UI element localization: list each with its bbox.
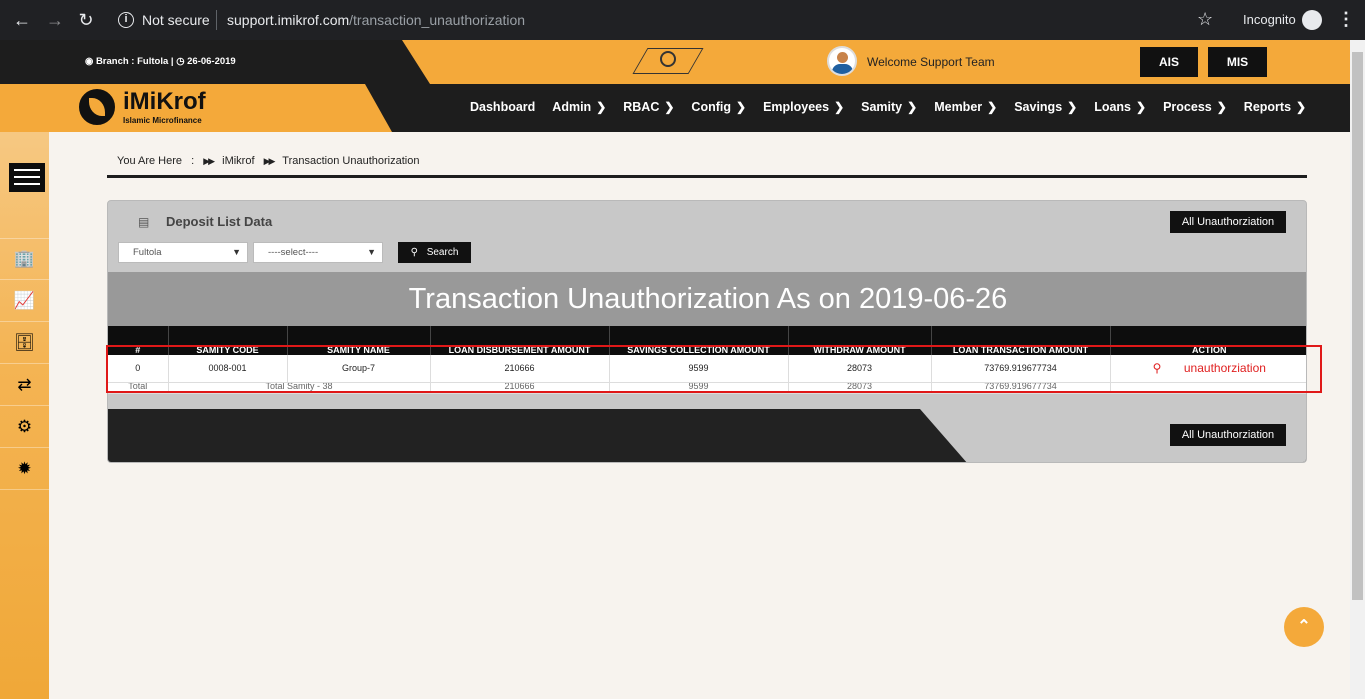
url-path: /transaction_unauthorization <box>349 12 526 28</box>
nav-label: Admin <box>552 100 592 114</box>
panel-title: Deposit List Data <box>166 214 273 229</box>
breadcrumb-item-current: Transaction Unauthorization <box>282 155 420 167</box>
nav-label: Samity <box>861 100 903 114</box>
nav-item-config[interactable]: Config ❯ <box>691 100 746 114</box>
highlight-box <box>106 345 1322 393</box>
mis-button[interactable]: MIS <box>1208 47 1267 77</box>
double-chevron-icon: ▶▶ <box>203 156 215 166</box>
breadcrumb-item-home[interactable]: iMikrof <box>222 155 254 167</box>
breadcrumb: You Are Here : ▶▶ iMikrof ▶▶ Transaction… <box>117 155 419 167</box>
security-label[interactable]: Not secure <box>142 12 210 28</box>
nav-item-loans[interactable]: Loans ❯ <box>1094 100 1146 114</box>
chevron-right-icon: ❯ <box>596 100 607 114</box>
branch-text: Branch : Fultola | <box>95 56 174 67</box>
incognito-label: Incognito <box>1243 12 1296 27</box>
search-button-label: Search <box>426 247 459 258</box>
branch-info: ◉ Branch : Fultola | ◷ 26-06-2019 <box>85 56 236 67</box>
scrollbar-thumb[interactable] <box>1352 52 1363 600</box>
url-separator <box>216 10 217 30</box>
nav-menu: Dashboard Admin ❯ RBAC ❯ Config ❯ Employees… <box>470 100 1323 114</box>
logo-subtitle: Islamic Microfinance <box>123 116 202 125</box>
browser-toolbar: ← → ↻ i Not secure support.imikrof.com/t… <box>0 0 1365 40</box>
samity-select[interactable]: ----select---- ▼ <box>253 242 383 263</box>
exchange-icon[interactable]: ⇄ <box>0 364 49 406</box>
search-icon: ⚲ <box>410 247 418 258</box>
cashier-icon[interactable]: 🗄 <box>0 322 49 364</box>
globe-icon: ◉ <box>85 56 94 67</box>
breadcrumb-divider <box>107 175 1307 178</box>
reload-icon[interactable]: ↻ <box>76 10 96 30</box>
chevron-right-icon: ❯ <box>664 100 675 114</box>
nav-label: Config <box>691 100 731 114</box>
building-icon[interactable]: 🏢 <box>0 238 49 280</box>
nav-item-samity[interactable]: Samity ❯ <box>861 100 917 114</box>
chart-icon[interactable]: 📈 <box>0 280 49 322</box>
chevron-right-icon: ❯ <box>1136 100 1147 114</box>
chevron-right-icon: ❯ <box>1296 100 1307 114</box>
breadcrumb-colon: : <box>191 155 195 167</box>
bookmark-star-icon[interactable]: ☆ <box>1197 9 1213 30</box>
nav-item-process[interactable]: Process ❯ <box>1163 100 1227 114</box>
incognito-icon <box>1302 10 1322 30</box>
chevron-right-icon: ❯ <box>987 100 998 114</box>
logo-title[interactable]: iMiKrof <box>123 88 206 116</box>
nav-label: Employees <box>763 100 830 114</box>
info-icon[interactable]: i <box>118 12 134 28</box>
samity-select-value: ----select---- <box>268 247 319 258</box>
caret-down-icon: ▼ <box>367 247 376 257</box>
deposit-list-panel: ▤ Deposit List Data All Unauthorziation … <box>107 200 1307 463</box>
nav-item-dashboard[interactable]: Dashboard <box>470 100 535 114</box>
chevron-right-icon: ❯ <box>834 100 845 114</box>
nav-label: Member <box>934 100 983 114</box>
nav-item-member[interactable]: Member ❯ <box>934 100 997 114</box>
caret-down-icon: ▼ <box>232 247 241 257</box>
address-bar[interactable]: support.imikrof.com/transaction_unauthor… <box>227 12 525 28</box>
all-unauthorization-button-bottom[interactable]: All Unauthorziation <box>1170 424 1286 446</box>
nav-label: Process <box>1163 100 1212 114</box>
branch-select[interactable]: Fultola ▼ <box>118 242 248 263</box>
nav-label: Loans <box>1094 100 1132 114</box>
double-chevron-icon: ▶▶ <box>263 156 276 166</box>
date-text: 26-06-2019 <box>187 56 236 67</box>
scroll-to-top-icon[interactable]: ⌃ <box>1284 607 1324 647</box>
nav-item-admin[interactable]: Admin ❯ <box>552 100 606 114</box>
chevron-right-icon: ❯ <box>1216 100 1227 114</box>
search-icon[interactable] <box>660 51 676 67</box>
chevron-right-icon: ❯ <box>736 100 747 114</box>
search-button[interactable]: ⚲ Search <box>398 242 471 263</box>
nav-item-savings[interactable]: Savings ❯ <box>1014 100 1077 114</box>
avatar[interactable] <box>827 46 857 76</box>
report-banner: Transaction Unauthorization As on 2019-0… <box>108 272 1306 326</box>
branch-select-value: Fultola <box>133 247 162 258</box>
welcome-text: Welcome Support Team <box>867 55 995 69</box>
nav-item-employees[interactable]: Employees ❯ <box>763 100 844 114</box>
sidebar: 🏢 📈 🗄 ⇄ ⚙ ✹ <box>0 132 49 699</box>
gears-icon[interactable]: ⚙ <box>0 406 49 448</box>
bar-chart-icon: ▤ <box>138 215 150 229</box>
forward-icon[interactable]: → <box>45 10 65 30</box>
ais-button[interactable]: AIS <box>1140 47 1198 77</box>
back-icon[interactable]: ← <box>12 10 32 30</box>
network-icon[interactable]: ✹ <box>0 448 49 490</box>
browser-menu-icon[interactable]: ⋮ <box>1337 9 1355 30</box>
chevron-right-icon: ❯ <box>907 100 918 114</box>
url-host: support.imikrof.com <box>227 12 350 28</box>
chevron-right-icon: ❯ <box>1067 100 1078 114</box>
nav-label: RBAC <box>623 100 660 114</box>
clock-icon: ◷ <box>176 56 185 67</box>
nav-label: Reports <box>1243 100 1292 114</box>
hamburger-menu-icon[interactable] <box>9 163 45 192</box>
nav-item-rbac[interactable]: RBAC ❯ <box>623 100 674 114</box>
nav-label: Savings <box>1014 100 1063 114</box>
top-header: ◉ Branch : Fultola | ◷ 26-06-2019 Welcom… <box>0 40 1350 84</box>
nav-item-reports[interactable]: Reports ❯ <box>1244 100 1306 114</box>
main-nav: iMiKrof Islamic Microfinance Dashboard A… <box>0 84 1350 132</box>
breadcrumb-prefix: You Are Here <box>117 155 183 167</box>
scrollbar[interactable] <box>1350 40 1365 699</box>
nav-label: Dashboard <box>470 100 536 114</box>
all-unauthorization-button-top[interactable]: All Unauthorziation <box>1170 211 1286 233</box>
panel-footer <box>108 409 1306 462</box>
